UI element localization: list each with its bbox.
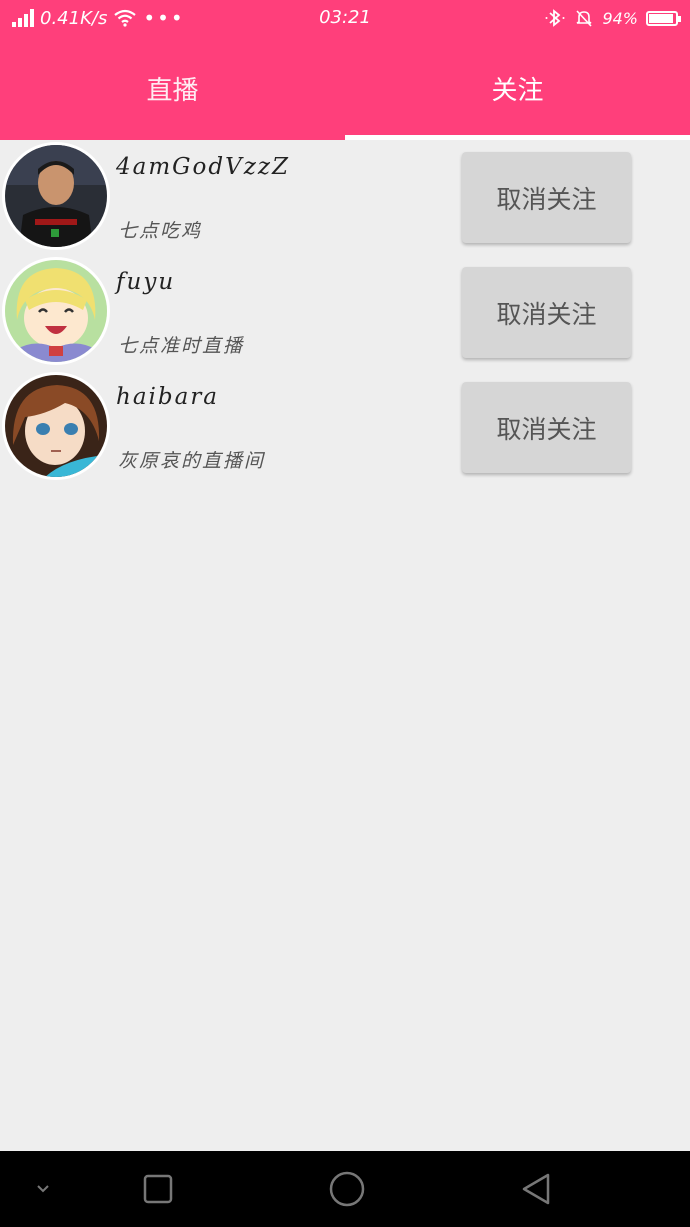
unfollow-button[interactable]: 取消关注: [462, 382, 631, 473]
list-item[interactable]: haibara 灰原哀的直播间 取消关注: [0, 370, 690, 485]
anime-girl-brown-hair-avatar-icon: [5, 375, 107, 477]
follow-list: 4amGodVzzZ 七点吃鸡 取消关注 fuyu 七点准时直播 取消关注 ha…: [0, 140, 690, 485]
avatar[interactable]: [2, 257, 110, 365]
tab-bar: 直播 关注: [0, 36, 690, 140]
bluetooth-icon: [545, 9, 565, 27]
navigation-bar: [0, 1151, 690, 1227]
battery-icon: [646, 10, 681, 26]
back-icon[interactable]: [516, 1151, 556, 1227]
battery-percent: 94%: [602, 8, 638, 28]
status-bar: 0.41K/s ••• 03:21 94%: [0, 0, 690, 36]
chevron-down-icon[interactable]: [26, 1151, 60, 1227]
anime-girl-blonde-avatar-icon: [5, 260, 107, 362]
streamer-description: 七点吃鸡: [118, 220, 203, 242]
tab-follow[interactable]: 关注: [345, 36, 690, 140]
avatar[interactable]: [2, 142, 110, 250]
silent-bell-icon: [576, 10, 593, 27]
avatar[interactable]: [2, 372, 110, 480]
streamer-description: 灰原哀的直播间: [118, 450, 266, 472]
streamer-description: 七点准时直播: [118, 335, 245, 357]
streamer-name: haibara: [116, 384, 220, 410]
list-item[interactable]: 4amGodVzzZ 七点吃鸡 取消关注: [0, 140, 690, 255]
status-right: 94%: [544, 0, 681, 36]
streamer-name: fuyu: [116, 269, 176, 295]
unfollow-button[interactable]: 取消关注: [462, 267, 631, 358]
man-avatar-icon: [5, 145, 107, 247]
list-item[interactable]: fuyu 七点准时直播 取消关注: [0, 255, 690, 370]
unfollow-button[interactable]: 取消关注: [462, 152, 631, 243]
home-icon[interactable]: [325, 1151, 369, 1227]
streamer-name: 4amGodVzzZ: [116, 154, 290, 180]
recent-apps-icon[interactable]: [138, 1151, 178, 1227]
tab-live[interactable]: 直播: [0, 36, 345, 140]
